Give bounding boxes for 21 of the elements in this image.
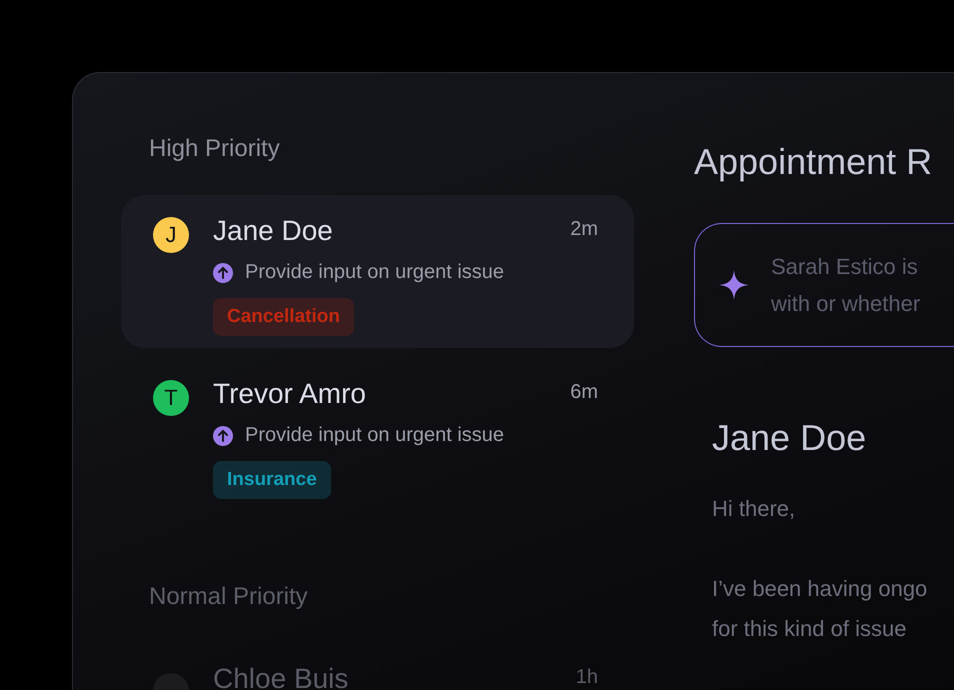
conversation-item[interactable]: J Jane Doe Provide input on urgent issue Cancellation 2m xyxy=(121,195,634,348)
action-text: Provide input on urgent issue xyxy=(245,424,504,447)
conversation-item[interactable]: T Trevor Amro Provide input on urgent issue Insurance 6m xyxy=(121,358,634,511)
ai-summary-text: Sarah Estico is with or whether xyxy=(771,253,920,318)
sparkle-icon xyxy=(719,270,749,300)
sender-name: Jane Doe xyxy=(712,417,868,459)
section-heading: Normal Priority xyxy=(148,582,309,612)
section-heading: High Priority xyxy=(148,134,281,164)
contact-name: Jane Doe xyxy=(213,214,334,248)
tag-label: Insurance xyxy=(227,469,317,490)
page-title: Appointment R xyxy=(694,141,934,183)
timestamp: 6m xyxy=(570,380,598,405)
timestamp: 1h xyxy=(576,665,598,690)
avatar: J xyxy=(153,217,189,253)
timestamp: 2m xyxy=(570,217,598,242)
contact-name: Chloe Buis xyxy=(213,662,350,690)
action-text: Provide input on urgent issue xyxy=(245,261,504,284)
contact-name: Trevor Amro xyxy=(213,377,367,411)
avatar: T xyxy=(153,380,189,416)
message-text: Hi there, I’ve been having ongo for this kind of issue xyxy=(712,495,928,643)
tag-label: Cancellation xyxy=(227,306,340,327)
